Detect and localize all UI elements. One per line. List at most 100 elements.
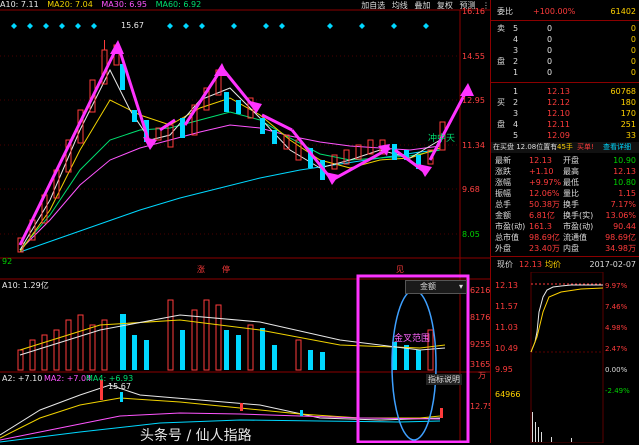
sell-level: 4 — [513, 35, 519, 44]
stat-value: 6.81亿 — [529, 211, 555, 220]
quote-panel: 委比 +100.00% 61402 卖 5 0 0 4 0 0 3 0 0 盘 … — [490, 0, 639, 443]
sell-level: 3 — [513, 46, 519, 55]
sell-vol: 0 — [630, 68, 636, 77]
buy-vol: 180 — [620, 98, 636, 107]
sell-price: 0 — [547, 24, 553, 33]
stat-label: 换手(实) — [563, 211, 594, 220]
mini-axis-right-2: 7.46% — [605, 303, 628, 311]
stats-row: 振幅 12.06% 量比 1.15 — [491, 188, 639, 199]
sell-vol: 0 — [630, 57, 636, 66]
signal-label: 见 — [396, 265, 404, 274]
stat-label: 内盘 — [563, 244, 579, 253]
vol-ma-label: A10: 1.29亿 — [2, 280, 49, 290]
stats-row: 金额 6.81亿 换手(实) 13.06% — [491, 210, 639, 221]
stat-label: 市盈(动) — [495, 222, 526, 231]
order-alert-text: 在买盘 12.08位置有 — [493, 143, 558, 151]
stat-value: 23.40万 — [529, 244, 560, 253]
view-detail-link[interactable]: 查看详细 — [603, 142, 631, 153]
price-axis-6: 8.05 — [462, 230, 480, 239]
macd-ma2-label: A2: +7.10 — [2, 374, 42, 383]
stats-row: 涨幅 +9.97% 最低 10.80 — [491, 177, 639, 188]
kline-chart-area[interactable]: A10: 7.11 MA20: 7.04 MA30: 6.95 MA60: 6.… — [0, 0, 493, 444]
stat-value: 161.3 — [529, 222, 552, 231]
stats-row: 总手 50.38万 换手 7.17% — [491, 199, 639, 210]
stat-value: 12.13 — [613, 167, 636, 176]
stat-label: 涨幅 — [495, 178, 511, 187]
stats-row: 最新 12.13 开盘 10.90 — [491, 155, 639, 166]
vol-axis-4: 3165 — [470, 360, 491, 369]
weibi-val: 61402 — [610, 7, 636, 16]
vol-axis-unit: 万 — [478, 371, 486, 380]
volume-bars — [17, 299, 434, 371]
ma30-line — [19, 124, 441, 251]
stat-value: 98.69亿 — [605, 233, 636, 242]
current-price-value: 12.13 — [519, 260, 542, 269]
sell-level: 1 — [513, 68, 519, 77]
sell-vol: 0 — [630, 24, 636, 33]
current-price-label: 现价 — [497, 260, 513, 269]
buy-price: 12.10 — [547, 109, 570, 118]
stat-value: 13.06% — [605, 211, 636, 220]
buy-3: 3 12.10 170 — [491, 108, 639, 119]
stats-row: 总市值 98.69亿 流通值 98.69亿 — [491, 232, 639, 243]
buy-price: 12.11 — [547, 120, 570, 129]
mini-axis-right-6: -2.49% — [605, 387, 630, 395]
stats-row: 涨跌 +1.10 最高 12.13 — [491, 166, 639, 177]
stat-label: 最低 — [563, 178, 579, 187]
vol-ma-line-2 — [19, 314, 446, 356]
stat-value: 34.98万 — [605, 244, 636, 253]
indicator-help-button[interactable]: 指标说明 — [426, 374, 462, 385]
mini-vol-label: 64966 — [495, 390, 520, 399]
surge-label: 冲中天 — [428, 132, 455, 144]
weibi-label: 委比 — [497, 7, 513, 16]
buy-price: 12.09 — [547, 131, 570, 140]
stat-label: 总市值 — [495, 233, 519, 242]
buy-1: 1 12.13 60768 — [491, 86, 639, 97]
ma60-line — [19, 149, 441, 253]
stat-value: 12.13 — [529, 156, 552, 165]
mini-axis-left-5: 9.95 — [495, 365, 513, 374]
buy-side-label: 买 — [497, 98, 505, 107]
sell-2: 盘 2 0 0 — [491, 56, 639, 67]
price-axis-1: 16.16 — [462, 7, 485, 16]
buy-level: 2 — [513, 98, 519, 107]
sell-price: 0 — [547, 46, 553, 55]
buy-4: 盘 4 12.11 251 — [491, 119, 639, 130]
mini-axis-left-3: 11.03 — [495, 323, 518, 332]
sell-1: 1 0 0 — [491, 67, 639, 78]
order-alert-qty: 45手 — [557, 143, 573, 151]
chart-svg: A10: 1.29亿 A2: +7.10 MA2: +7.04 MA4: +6.… — [0, 9, 490, 443]
weibi-row: 委比 +100.00% 61402 — [491, 6, 639, 17]
stat-label: 换手 — [563, 200, 579, 209]
sell-level: 5 — [513, 24, 519, 33]
mini-axis-left-4: 10.49 — [495, 344, 518, 353]
mini-axis-right-3: 4.98% — [605, 324, 628, 332]
stats-row: 市盈(动) 161.3 市盈(动) 90.44 — [491, 221, 639, 232]
buy-vol: 251 — [620, 120, 636, 129]
stat-value: 7.17% — [610, 200, 636, 209]
order-alert-row[interactable]: 在买盘 12.08位置有 45手 买单! 查看详细 — [491, 142, 639, 153]
stat-label: 最高 — [563, 167, 579, 176]
indicator-dropdown-label: 金额 — [420, 282, 436, 291]
sell-vol: 0 — [630, 35, 636, 44]
ma5-line — [19, 68, 441, 251]
sell-price: 0 — [547, 57, 553, 66]
highlight-box — [356, 274, 470, 443]
indicator-dropdown[interactable]: 金额 ▾ — [405, 280, 467, 294]
avg-price-label: 均价 — [545, 260, 561, 269]
sell-side-label: 盘 — [497, 57, 505, 66]
vol-axis-1: 6216 — [470, 286, 491, 295]
golden-cross-label: 金叉范围 — [394, 332, 430, 344]
stat-value: 50.38万 — [529, 200, 560, 209]
stat-label: 总手 — [495, 200, 511, 209]
stat-value: 98.69亿 — [529, 233, 560, 242]
macd-ma2b-label: MA2: +7.04 — [44, 374, 91, 383]
sell-price: 0 — [547, 35, 553, 44]
peak-price-label: 15.67 — [121, 21, 144, 30]
buy-5: 5 12.09 33 — [491, 130, 639, 141]
stat-value: +1.10 — [529, 167, 554, 176]
stat-label: 外盘 — [495, 244, 511, 253]
buy-2: 买 2 12.12 180 — [491, 97, 639, 108]
price-axis-2: 14.55 — [462, 52, 485, 61]
mini-axis-right-4: 2.47% — [605, 345, 628, 353]
